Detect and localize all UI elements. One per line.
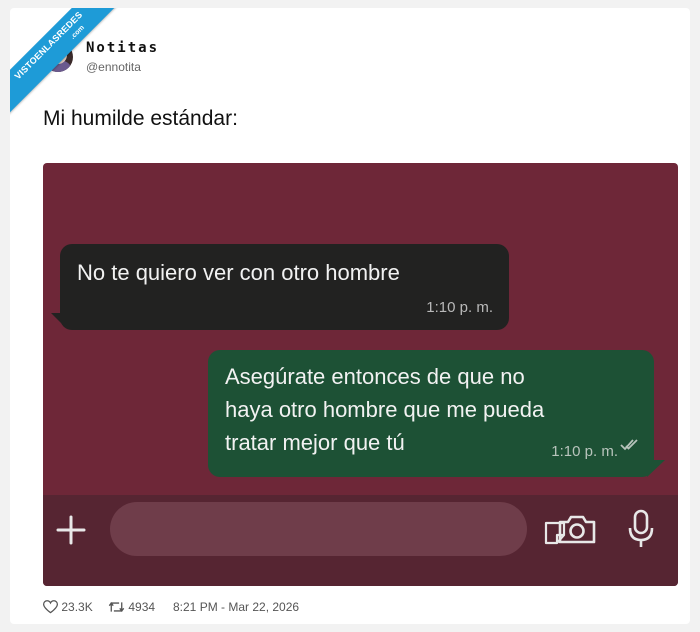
incoming-message-text: No te quiero ver con otro hombre <box>77 260 400 285</box>
retweet-icon <box>108 601 125 613</box>
message-input[interactable] <box>110 502 566 556</box>
heart-icon <box>42 600 59 614</box>
plus-icon[interactable] <box>55 514 87 551</box>
incoming-message-time: 1:10 p. m. <box>426 299 493 316</box>
double-check-icon <box>620 428 642 461</box>
microphone-icon[interactable] <box>627 509 655 554</box>
message-input-bar <box>43 495 678 586</box>
outgoing-bubble-tail <box>647 460 665 477</box>
retweet-button[interactable]: 4934 <box>108 598 155 616</box>
outgoing-message-line: Asegúrate entonces de que no <box>225 364 525 389</box>
tweet-card: VISTOENLASREDES .com Notitas @ennotita M… <box>10 8 690 624</box>
outgoing-message-bubble: Asegúrate entonces de que no haya otro h… <box>208 350 654 477</box>
chat-screenshot-image[interactable]: No te quiero ver con otro hombre 1:10 p.… <box>43 163 678 586</box>
tweet-timestamp[interactable]: 8:21 PM - Mar 22, 2026 <box>173 598 299 616</box>
like-count: 23.3K <box>61 600 93 614</box>
camera-icon[interactable] <box>557 513 597 550</box>
incoming-bubble-tail <box>51 313 65 327</box>
watermark-ribbon: VISTOENLASREDES .com <box>10 8 120 118</box>
incoming-message-bubble: No te quiero ver con otro hombre 1:10 p.… <box>60 244 509 330</box>
retweet-count: 4934 <box>128 600 156 614</box>
outgoing-message-line: haya otro hombre que me pueda <box>225 397 545 422</box>
like-button[interactable]: 23.3K <box>42 598 93 616</box>
outgoing-message-time: 1:10 p. m. <box>551 443 618 460</box>
watermark-text: VISTOENLASREDES <box>12 9 85 82</box>
